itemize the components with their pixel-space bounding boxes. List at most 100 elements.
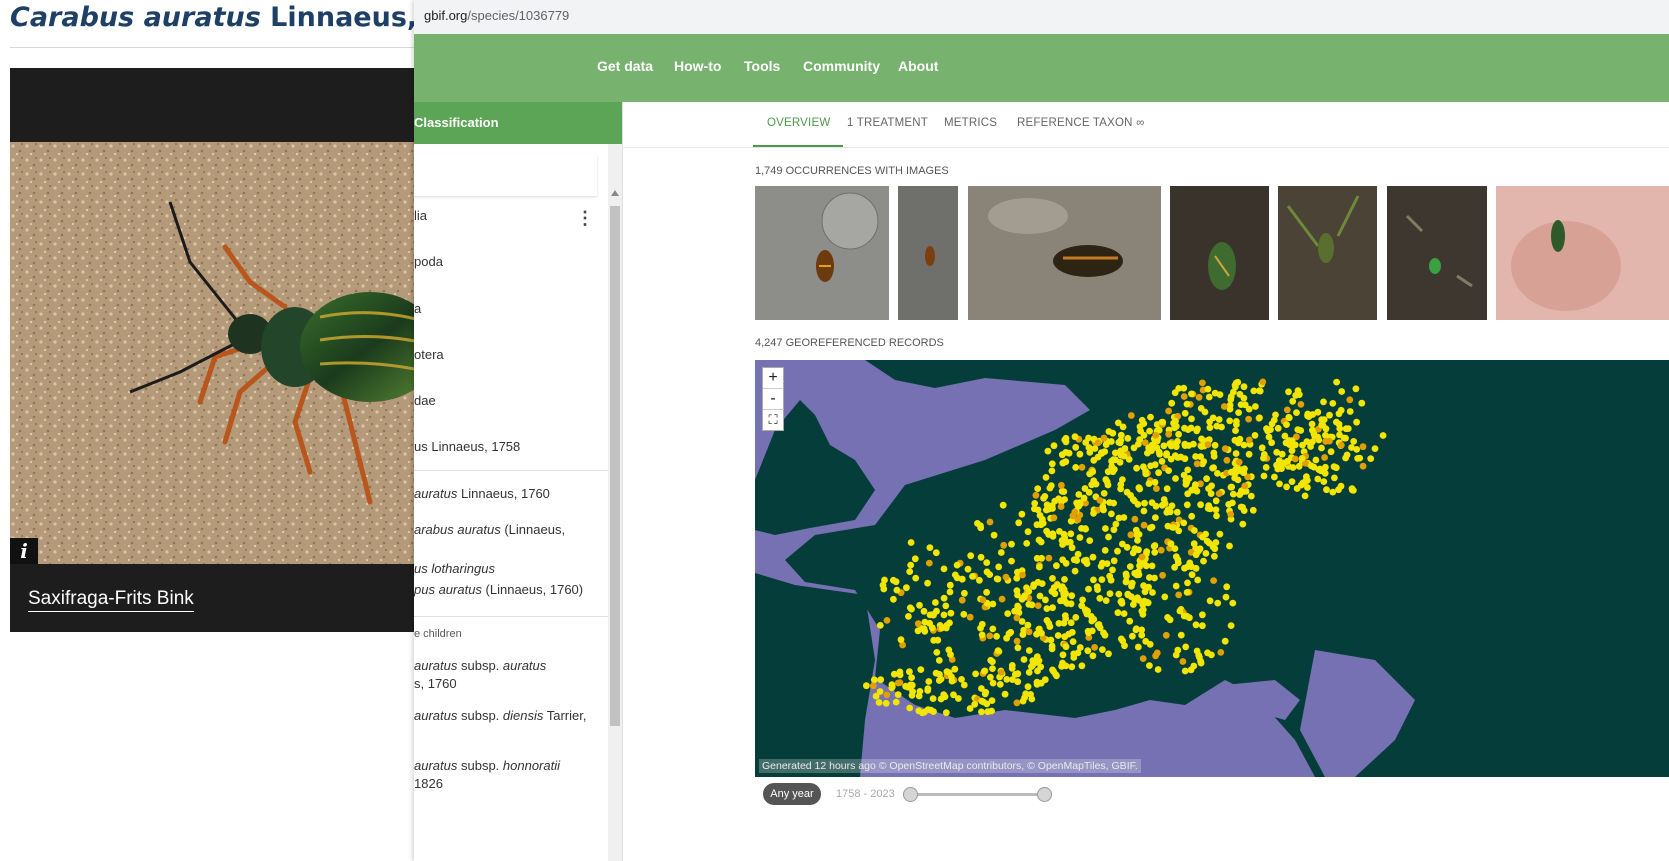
occurrence-hex bbox=[1043, 605, 1051, 612]
occurrence-hex bbox=[1256, 414, 1263, 422]
nav-how-to[interactable]: How-to bbox=[674, 58, 721, 74]
address-bar[interactable]: gbif.org/species/1036779 bbox=[414, 0, 1669, 34]
occurrence-hex bbox=[1188, 415, 1195, 423]
occurrence-hex bbox=[1208, 482, 1215, 490]
occurrence-hex bbox=[1191, 483, 1199, 491]
occurrence-hex bbox=[1285, 388, 1292, 396]
zoom-out-button[interactable]: - bbox=[763, 389, 783, 410]
occurrence-hex bbox=[1188, 571, 1196, 579]
occurrence-hex bbox=[1196, 545, 1204, 553]
occurrence-hex bbox=[1071, 433, 1079, 441]
rank-class[interactable]: a bbox=[414, 301, 421, 316]
nav-community[interactable]: Community bbox=[803, 58, 880, 74]
rank-family[interactable]: dae bbox=[414, 393, 436, 408]
occurrence-hex bbox=[1187, 424, 1195, 432]
occurrence-hex bbox=[1060, 619, 1068, 627]
occurrence-hex bbox=[1034, 578, 1042, 586]
year-slider-end-handle[interactable] bbox=[1037, 787, 1052, 802]
occurrence-hex bbox=[1322, 437, 1330, 445]
occurrence-hex bbox=[1371, 445, 1379, 452]
nav-tools[interactable]: Tools bbox=[744, 58, 780, 74]
occurrence-hex bbox=[1259, 378, 1267, 386]
occurrence-hex bbox=[1100, 506, 1107, 514]
occurrence-image[interactable] bbox=[1278, 186, 1377, 320]
occurrence-hex bbox=[1216, 391, 1224, 398]
occurrence-hex bbox=[920, 607, 928, 615]
occurrence-hex bbox=[1191, 527, 1198, 534]
rank-genus[interactable]: us Linnaeus, 1758 bbox=[414, 439, 520, 454]
zoom-in-button[interactable]: + bbox=[763, 368, 783, 389]
occurrence-hex bbox=[1061, 633, 1069, 641]
more-options-icon[interactable]: ⋮ bbox=[576, 208, 594, 229]
sidebar-divider bbox=[414, 470, 608, 471]
synonym-item[interactable]: us lotharingus bbox=[414, 561, 495, 576]
occurrence-hex bbox=[1295, 391, 1303, 398]
synonym-item[interactable]: arabus auratus (Linnaeus, bbox=[414, 522, 565, 537]
occurrence-hex bbox=[1283, 421, 1290, 428]
occurrence-image[interactable] bbox=[898, 186, 958, 320]
occurrence-hex bbox=[1215, 416, 1223, 423]
fullscreen-icon[interactable]: ⛶ bbox=[763, 410, 783, 430]
url-text[interactable]: gbif.org/species/1036779 bbox=[424, 8, 569, 23]
occurrence-image[interactable] bbox=[1387, 186, 1487, 320]
year-slider-start-handle[interactable] bbox=[903, 787, 918, 802]
year-filter-pill[interactable]: Any year bbox=[763, 783, 821, 805]
occurrence-image[interactable] bbox=[968, 186, 1161, 320]
occurrence-image-7 bbox=[1496, 186, 1669, 320]
occurrence-hex bbox=[1036, 592, 1044, 600]
title-divider bbox=[10, 47, 420, 48]
rank-kingdom[interactable]: lia bbox=[414, 208, 427, 223]
occurrence-hex bbox=[1134, 501, 1142, 508]
occurrence-hex bbox=[932, 549, 940, 557]
species-epithet: auratus bbox=[414, 486, 458, 501]
occurrence-map[interactable]: + - ⛶ Generated 12 hours ago © OpenStree… bbox=[755, 360, 1669, 777]
occurrence-hex bbox=[1321, 469, 1329, 477]
rank-phylum[interactable]: poda bbox=[414, 254, 443, 269]
occurrence-hex bbox=[1205, 393, 1213, 401]
synonym-item[interactable]: pus auratus (Linnaeus, 1760) bbox=[414, 582, 583, 597]
occurrence-hex bbox=[1182, 643, 1190, 651]
tab-overview[interactable]: OVERVIEW bbox=[767, 117, 830, 129]
classification-search-input[interactable] bbox=[414, 154, 597, 196]
photo-credit-link[interactable]: Saxifraga-Frits Bink bbox=[28, 588, 194, 612]
occurrence-hex bbox=[1014, 602, 1021, 610]
child-item[interactable]: auratus subsp. diensis Tarrier, bbox=[414, 708, 586, 723]
occurrence-hex bbox=[1062, 438, 1070, 446]
occurrence-hex bbox=[1140, 597, 1148, 605]
occurrence-hex bbox=[1146, 640, 1154, 648]
tab-treatment[interactable]: 1 TREATMENT bbox=[847, 117, 928, 129]
occurrence-image[interactable] bbox=[1496, 186, 1669, 320]
rank-species[interactable]: auratus Linnaeus, 1760 bbox=[414, 486, 550, 501]
info-icon[interactable]: i bbox=[10, 538, 38, 564]
scroll-up-arrow-icon[interactable] bbox=[611, 190, 619, 196]
scrollbar-thumb[interactable] bbox=[610, 206, 620, 726]
rank-order[interactable]: otera bbox=[414, 347, 444, 362]
map-canvas[interactable] bbox=[755, 360, 1669, 777]
occurrence-hex bbox=[1293, 409, 1300, 416]
occurrence-hex bbox=[1122, 570, 1130, 578]
tab-reference-taxon[interactable]: REFERENCE TAXON ∞ bbox=[1017, 117, 1144, 129]
occurrence-hex bbox=[1172, 651, 1180, 659]
child-item[interactable]: auratus subsp. auratus bbox=[414, 658, 546, 673]
occurrence-image[interactable] bbox=[1170, 186, 1269, 320]
year-slider-track[interactable] bbox=[910, 793, 1044, 796]
occurrence-hex bbox=[1124, 434, 1132, 442]
nav-get-data[interactable]: Get data bbox=[597, 58, 653, 74]
occurrence-hex bbox=[1172, 475, 1179, 482]
occurrence-hex bbox=[1241, 465, 1248, 473]
occurrence-hex bbox=[893, 586, 901, 594]
occurrence-hex bbox=[1070, 650, 1078, 658]
occurrence-hex bbox=[921, 618, 929, 626]
sidebar-scrollbar[interactable] bbox=[608, 144, 622, 861]
occurrence-hex bbox=[1078, 463, 1086, 471]
nav-about[interactable]: About bbox=[898, 58, 938, 74]
child-item[interactable]: auratus subsp. honnoratii bbox=[414, 758, 560, 773]
occurrence-hex bbox=[1091, 644, 1098, 651]
occurrence-image[interactable] bbox=[755, 186, 889, 320]
occurrence-hex bbox=[1046, 484, 1054, 492]
tab-metrics[interactable]: METRICS bbox=[944, 117, 997, 129]
occurrence-hex bbox=[1066, 538, 1074, 546]
occurrence-hex bbox=[1215, 490, 1223, 497]
occurrence-hex bbox=[869, 682, 877, 690]
child-author: 1826 bbox=[414, 776, 443, 791]
